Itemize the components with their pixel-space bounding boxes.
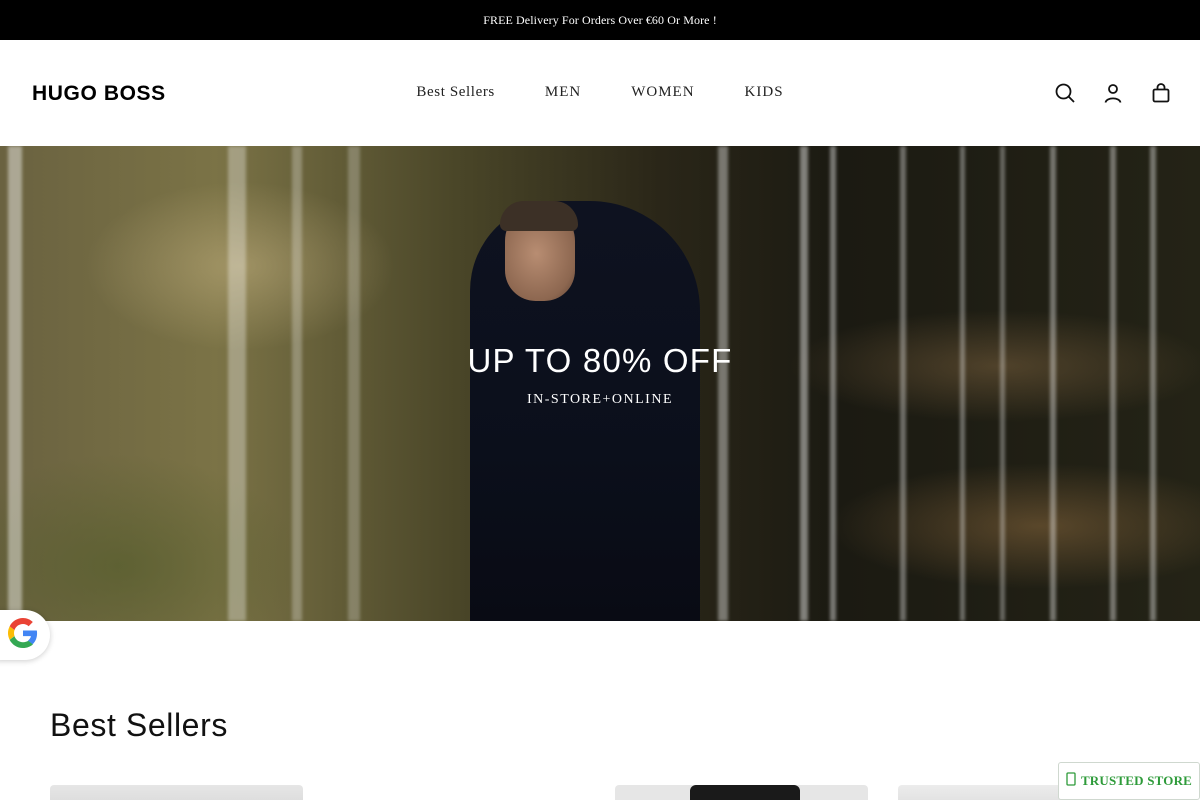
header-actions [1054,82,1172,104]
hero-subtitle: IN-STORE+ONLINE [526,392,673,407]
product-card[interactable] [615,785,868,800]
google-reviews-badge[interactable] [0,610,50,660]
hero-banner[interactable]: UP TO 80% OFF IN-STORE+ONLINE [0,146,1200,621]
product-card[interactable] [50,785,303,800]
site-header: HUGO BOSS Best Sellers MEN WOMEN KIDS [0,40,1200,146]
trusted-store-badge[interactable]: TRUSTED STORE [1058,762,1200,800]
nav-women[interactable]: WOMEN [631,84,694,101]
hero-title: UP TO 80% OFF [467,342,733,379]
model-hair [500,201,578,231]
main-nav: Best Sellers MEN WOMEN KIDS [0,84,1200,101]
hero-text: UP TO 80% OFF IN-STORE+ONLINE [0,342,1200,408]
brand-logo[interactable]: HUGO BOSS [32,82,166,106]
trusted-store-label: TRUSTED STORE [1080,773,1193,788]
google-icon [8,617,38,653]
best-sellers-heading: Best Sellers [50,707,228,743]
announcement-bar: FREE Delivery For Orders Over €60 Or Mor… [0,0,1200,40]
product-image [690,785,800,800]
nav-kids[interactable]: KIDS [745,84,784,101]
shield-check-icon [1066,772,1076,790]
search-icon[interactable] [1054,82,1076,104]
account-icon[interactable] [1102,82,1124,104]
nav-best-sellers[interactable]: Best Sellers [416,84,494,101]
nav-men[interactable]: MEN [545,84,581,101]
cart-icon[interactable] [1150,82,1172,104]
announcement-text: FREE Delivery For Orders Over €60 Or Mor… [483,12,717,27]
